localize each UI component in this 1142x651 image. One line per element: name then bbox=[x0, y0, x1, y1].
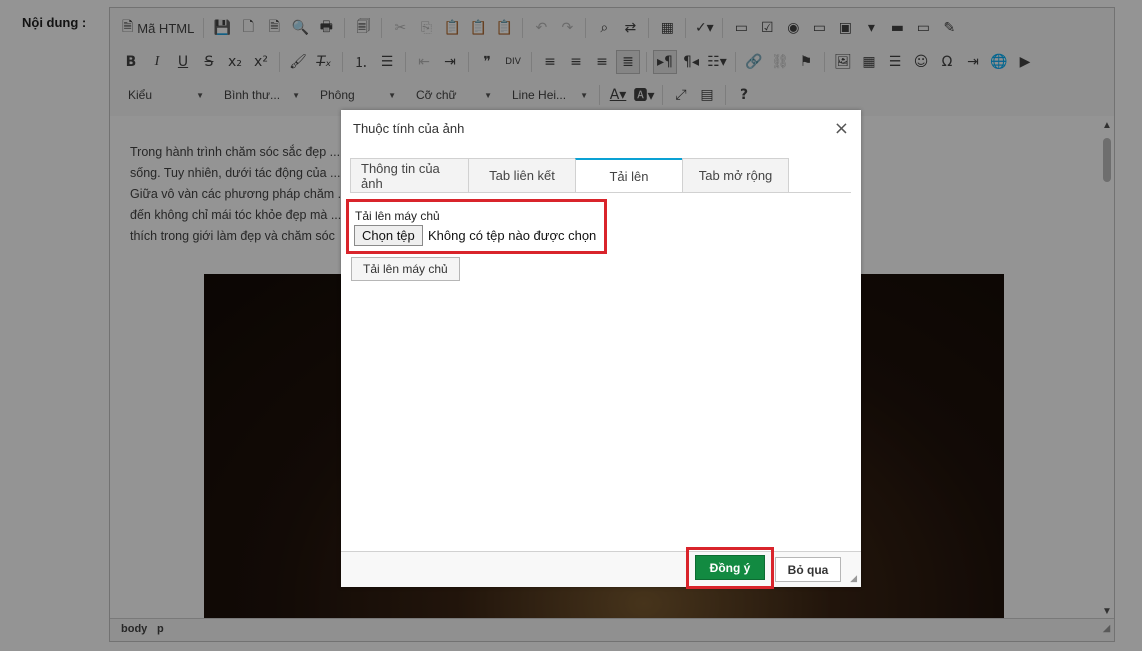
image-properties-dialog: Thuộc tính của ảnh × Thông tin của ảnh T… bbox=[341, 110, 861, 589]
dialog-resize-icon[interactable]: ◢ bbox=[850, 573, 857, 584]
upload-highlight-box: Tải lên máy chủ Chọn tệp Không có tệp nà… bbox=[346, 199, 607, 254]
tab-link[interactable]: Tab liên kết bbox=[468, 158, 576, 192]
tab-image-info[interactable]: Thông tin của ảnh bbox=[350, 158, 469, 192]
tab-divider bbox=[350, 192, 851, 193]
cancel-button[interactable]: Bỏ qua bbox=[775, 557, 841, 582]
dialog-footer: Đồng ý Bỏ qua ◢ bbox=[341, 547, 861, 589]
choose-file-button[interactable]: Chọn tệp bbox=[354, 225, 423, 246]
close-icon[interactable]: × bbox=[834, 118, 849, 139]
dialog-title: Thuộc tính của ảnh bbox=[353, 121, 465, 136]
upload-label: Tải lên máy chủ bbox=[355, 209, 440, 223]
tab-advanced[interactable]: Tab mở rộng bbox=[682, 158, 789, 192]
upload-to-server-button[interactable]: Tải lên máy chủ bbox=[351, 257, 460, 281]
file-status-text: Không có tệp nào được chọn bbox=[428, 228, 597, 243]
ok-highlight-box: Đồng ý bbox=[686, 547, 774, 589]
tab-upload[interactable]: Tải lên bbox=[575, 158, 683, 193]
ok-button[interactable]: Đồng ý bbox=[695, 555, 765, 580]
dialog-tabs: Thông tin của ảnh Tab liên kết Tải lên T… bbox=[350, 158, 789, 193]
